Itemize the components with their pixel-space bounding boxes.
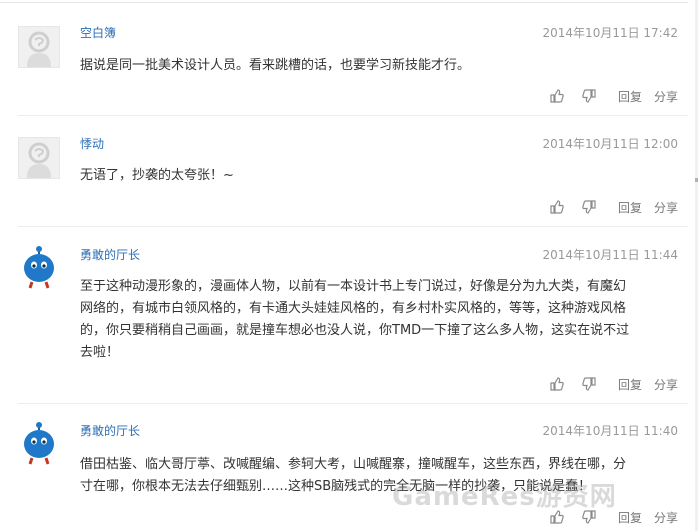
default-avatar-icon[interactable] — [18, 137, 60, 179]
share-button[interactable]: 分享 — [654, 199, 678, 216]
blue-mascot-avatar-icon[interactable] — [18, 246, 60, 289]
timestamp: 2014年10月11日 11:44 — [542, 248, 678, 262]
comment-line: 的，你只要稍稍自己画画，就是撞车想必也没人说，你TMD一下撞了这么多人物，这实在… — [80, 323, 630, 338]
comment-text: 无语了，抄袭的太夸张！~ — [80, 165, 672, 187]
comment-line: 借田枯鉴、临大哥厅葶、改喊醒编、参轲大考，山喊醒寨，撞喊醒车，这些东西，界线在哪… — [80, 457, 627, 472]
comment-line: 去啦！ — [80, 345, 120, 360]
comment-actions: 回复 分享 — [550, 197, 678, 217]
thumbs-down-icon — [582, 377, 596, 391]
comment-divider — [18, 115, 688, 116]
dislike-button[interactable] — [582, 377, 596, 391]
thumbs-down-icon — [582, 200, 596, 214]
blue-mascot-avatar-icon[interactable] — [18, 422, 60, 465]
username[interactable]: 悸动 — [80, 135, 104, 152]
username[interactable]: 空白簿 — [80, 24, 116, 41]
username[interactable]: 勇敢的厅长 — [80, 422, 140, 439]
comment-text: 至于这种动漫形象的，漫画体人物，以前有一本设计书上专门说过，好像是分为九大类，有… — [80, 276, 672, 364]
share-button[interactable]: 分享 — [654, 509, 678, 526]
share-button[interactable]: 分享 — [654, 376, 678, 393]
reply-button[interactable]: 回复 — [618, 509, 642, 526]
comment-line: 至于这种动漫形象的，漫画体人物，以前有一本设计书上专门说过，好像是分为九大类，有… — [80, 279, 627, 294]
comment-line: 据说是同一批美术设计人员。看来跳槽的话，也要学习新技能才行。 — [80, 58, 471, 73]
default-avatar-icon[interactable] — [18, 26, 60, 68]
timestamp: 2014年10月11日 11:40 — [542, 424, 678, 438]
comment-actions: 回复 分享 — [550, 374, 678, 394]
timestamp: 2014年10月11日 12:00 — [542, 137, 678, 151]
reply-button[interactable]: 回复 — [618, 88, 642, 105]
thumbs-up-icon — [550, 89, 564, 103]
like-button[interactable] — [550, 89, 564, 103]
comment-text: 据说是同一批美术设计人员。看来跳槽的话，也要学习新技能才行。 — [80, 55, 672, 77]
username[interactable]: 勇敢的厅长 — [80, 246, 140, 263]
top-divider — [0, 2, 688, 3]
reply-button[interactable]: 回复 — [618, 199, 642, 216]
comment-line: 无语了，抄袭的太夸张！~ — [80, 168, 234, 183]
share-button[interactable]: 分享 — [654, 88, 678, 105]
like-button[interactable] — [550, 377, 564, 391]
site-watermark: GameRes游资网 — [392, 482, 617, 512]
thumbs-up-icon — [550, 377, 564, 391]
comment-divider — [18, 226, 688, 227]
dislike-button[interactable] — [582, 200, 596, 214]
reply-button[interactable]: 回复 — [618, 376, 642, 393]
comment-line: 网络的，有城市白领风格的，有卡通大头娃娃风格的，有乡村朴实风格的，等等，这种游戏… — [80, 301, 627, 316]
dislike-button[interactable] — [582, 89, 596, 103]
like-button[interactable] — [550, 200, 564, 214]
thumbs-down-icon — [582, 89, 596, 103]
timestamp: 2014年10月11日 17:42 — [542, 26, 678, 40]
comment-actions: 回复 分享 — [550, 86, 678, 106]
thumbs-up-icon — [550, 200, 564, 214]
comment-divider — [18, 403, 688, 404]
